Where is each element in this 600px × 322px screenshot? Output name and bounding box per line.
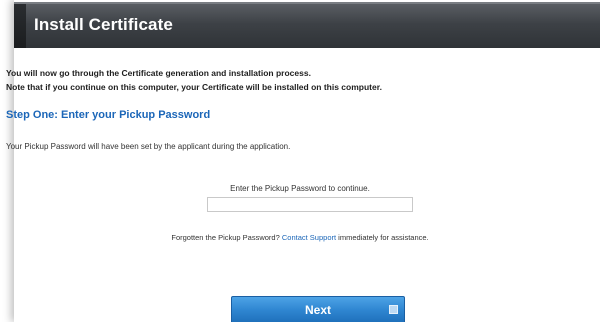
next-button-label: Next (304, 303, 331, 317)
page-title: Install Certificate (34, 15, 173, 34)
title-bar: Install Certificate (14, 2, 600, 48)
forgot-suffix: immediately for assistance. (338, 233, 429, 242)
intro-line-2: Note that if you continue on this comput… (6, 82, 382, 92)
forgot-prefix: Forgotten the Pickup Password? (171, 233, 280, 242)
forgot-password-help: Forgotten the Pickup Password? Contact S… (0, 233, 600, 242)
password-prompt: Enter the Pickup Password to continue. (230, 184, 370, 193)
pickup-password-input[interactable] (207, 197, 413, 212)
contact-support-link[interactable]: Contact Support (282, 233, 336, 242)
step-description: Your Pickup Password will have been set … (6, 142, 291, 151)
arrow-icon (389, 305, 398, 314)
intro-text: You will now go through the Certificate … (6, 66, 382, 94)
title-bar-accent (14, 4, 26, 48)
step-heading: Step One: Enter your Pickup Password (6, 109, 211, 121)
intro-line-1: You will now go through the Certificate … (6, 68, 311, 78)
install-certificate-dialog: Install Certificate (14, 0, 600, 322)
next-button[interactable]: Next (231, 296, 405, 322)
